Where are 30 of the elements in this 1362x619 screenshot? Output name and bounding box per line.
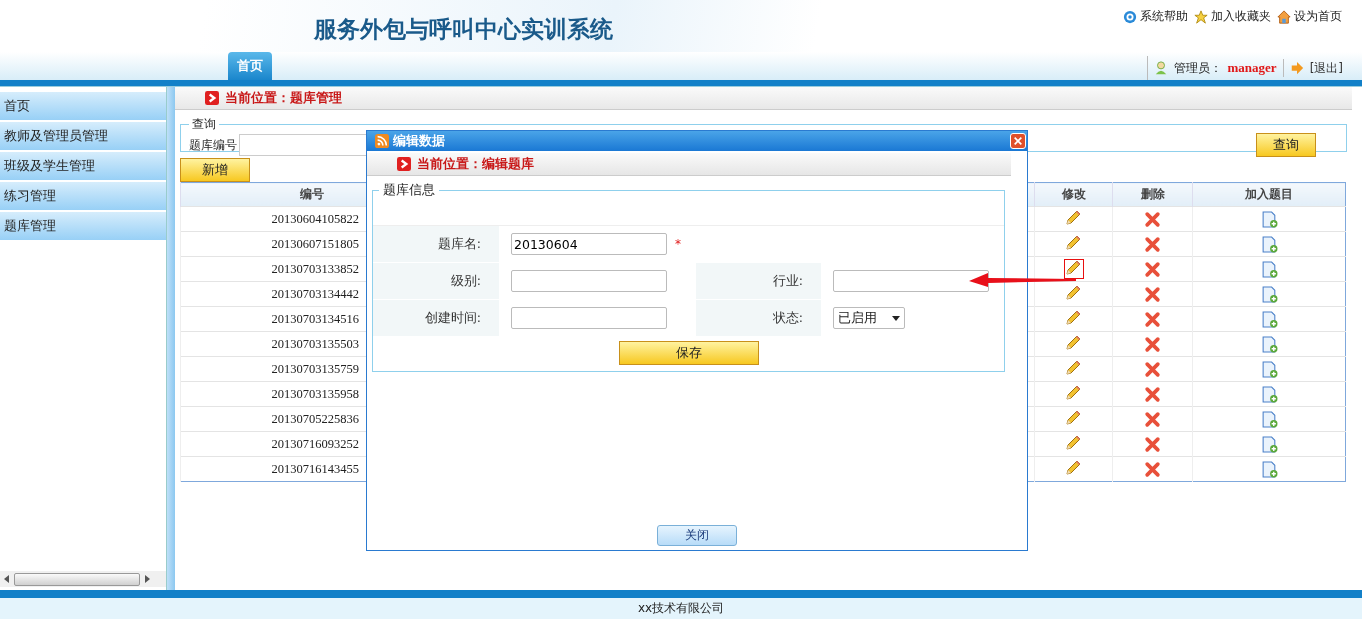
field-label: 题库名: — [437, 235, 481, 253]
table-cell: 20130703133852 — [271, 261, 359, 276]
column-header: 加入题目 — [1192, 182, 1346, 207]
table-cell: 20130703135503 — [271, 336, 359, 351]
table-cell: 20130703134442 — [271, 286, 359, 301]
table-cell: 20130716143455 — [271, 461, 359, 476]
system-title: 服务外包与呼叫中心实训系统 — [314, 15, 613, 44]
user-role: 管理员： — [1173, 59, 1222, 77]
required-mark: * — [675, 237, 681, 251]
table-cell: 20130716093252 — [271, 436, 359, 451]
column-header: 修改 — [1034, 182, 1113, 207]
section-legend: 题库信息 — [379, 182, 439, 199]
table-cell: 20130703135958 — [271, 386, 359, 401]
query-legend: 查询 — [189, 116, 219, 133]
field-label: 级别: — [450, 272, 481, 290]
footer-text: xx技术有限公司 — [637, 600, 725, 617]
table-cell: 20130607151805 — [271, 236, 359, 251]
table-cell: 20130703135759 — [271, 361, 359, 376]
table-cell: 20130604105822 — [271, 211, 359, 226]
field-label: 行业: — [772, 272, 803, 290]
field-label: 创建时间: — [424, 309, 481, 327]
user-name: manager — [1227, 60, 1277, 76]
field-label: 状态: — [772, 309, 803, 327]
dialog-title: 编辑数据 — [393, 132, 445, 150]
column-header: 删除 — [1112, 182, 1193, 207]
table-cell: 20130703134516 — [271, 311, 359, 326]
breadcrumb: 当前位置：题库管理 — [225, 89, 342, 107]
breadcrumb: 当前位置：编辑题库 — [417, 155, 534, 173]
field-label: 题库编号 — [189, 136, 237, 154]
table-cell: 20130705225836 — [271, 411, 359, 426]
